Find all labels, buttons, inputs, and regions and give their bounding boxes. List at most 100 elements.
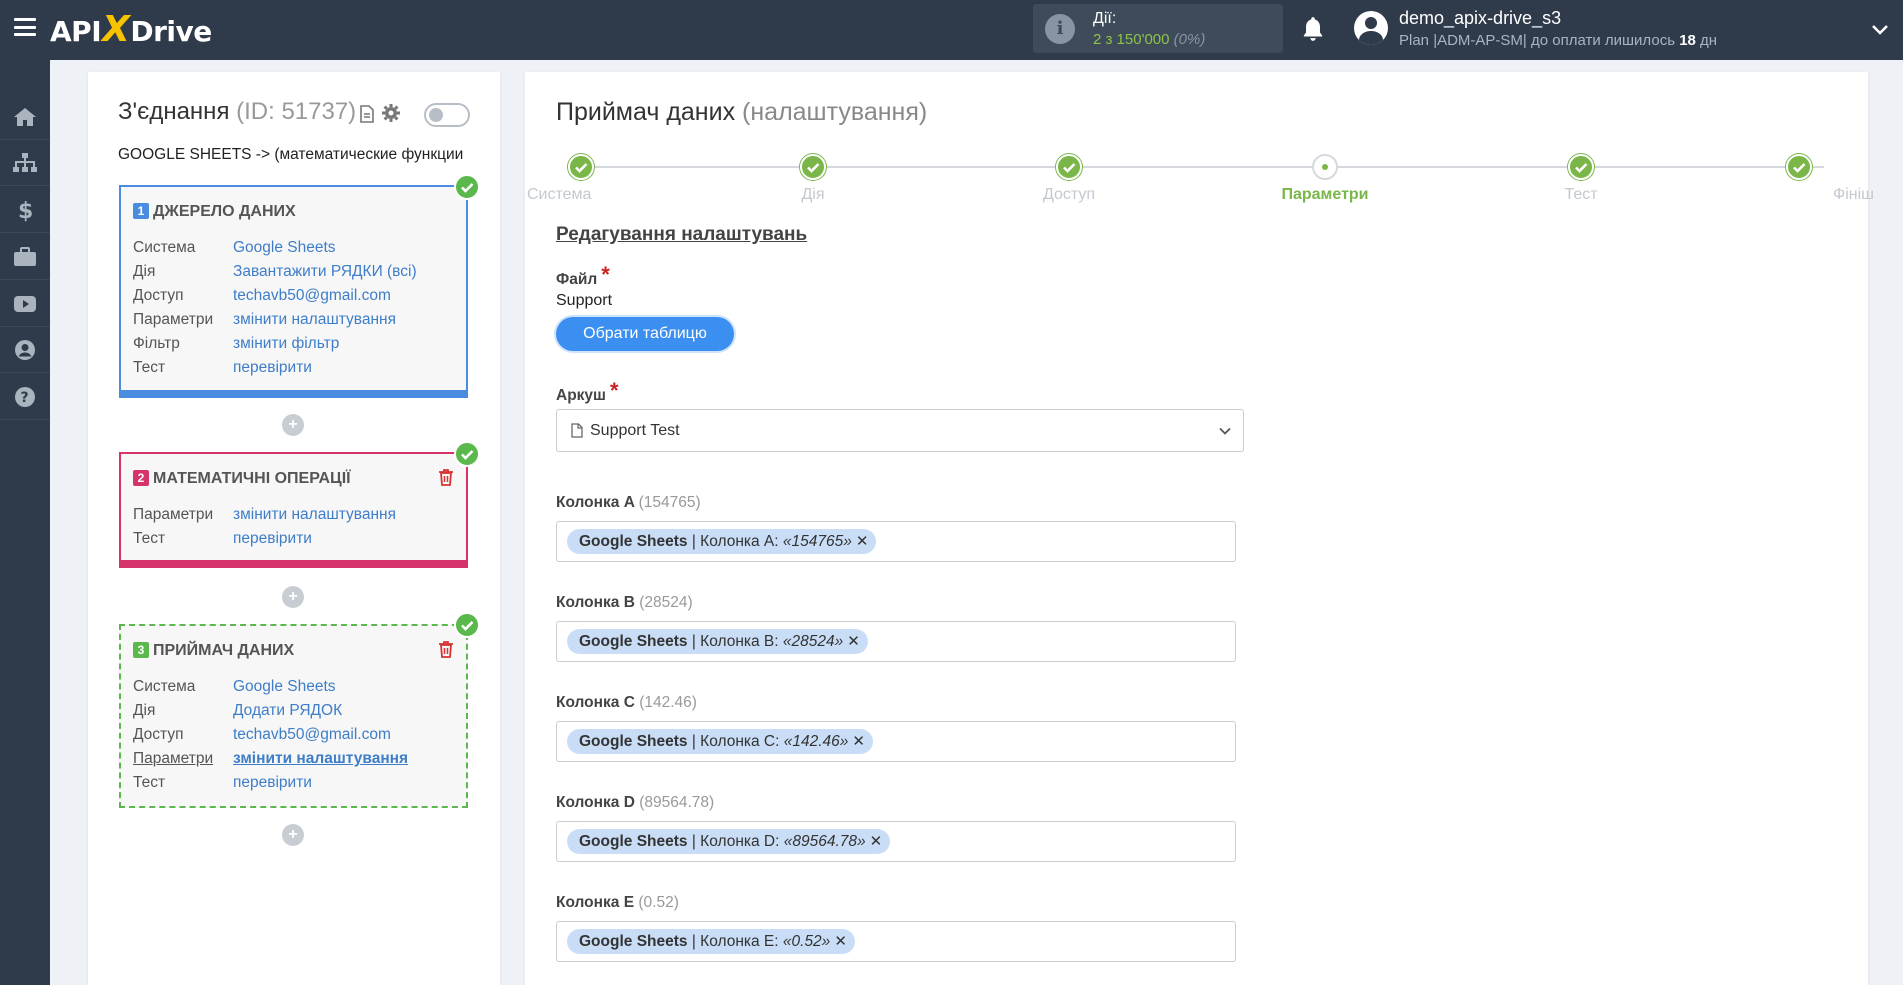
sheet-select-value: Support Test [590,422,680,439]
card-row: Параметри змінити налаштування [133,311,396,328]
sidebar-item-connections[interactable] [0,140,50,186]
sidebar-item-video[interactable] [0,281,50,327]
youtube-icon [14,295,36,312]
card-row: Доступ techavb50@gmail.com [133,726,391,743]
remove-tag-icon[interactable]: ✕ [856,533,869,550]
logo[interactable]: APIXDrive [50,10,212,50]
step-check-icon [800,154,826,180]
document-icon[interactable] [360,105,374,123]
sidebar-item-projects[interactable] [0,234,50,280]
add-step-button[interactable]: + [282,414,304,436]
remove-tag-icon[interactable]: ✕ [870,833,883,850]
card-row: Параметри змінити налаштування [133,506,396,523]
source-action-link[interactable]: Завантажити РЯДКИ (всі) [233,263,417,280]
check-icon [454,174,480,200]
column-b-input[interactable]: Google Sheets | Колонка B: «28524» ✕ [556,621,1236,662]
connection-toggle[interactable] [424,103,470,127]
card-row: Фільтр змінити фільтр [133,335,340,352]
card-title: 2 МАТЕМАТИЧНІ ОПЕРАЦІЇ [133,470,351,488]
math-operations-card[interactable]: 2 МАТЕМАТИЧНІ ОПЕРАЦІЇ Параметри змінити н… [119,452,468,568]
step-access[interactable]: Доступ [994,154,1144,204]
column-a-input[interactable]: Google Sheets | Колонка A: «154765» ✕ [556,521,1236,562]
math-params-link[interactable]: змінити налаштування [233,506,396,523]
source-test-link[interactable]: перевірити [233,359,312,376]
sheet-label: Аркуш * [556,378,619,404]
menu-icon[interactable] [14,18,36,36]
check-icon [454,612,480,638]
sidebar-item-home[interactable] [0,94,50,140]
user-plan: Plan |ADM-AP-SM| до оплати лишилось 18 д… [1399,32,1718,49]
receiver-access-link[interactable]: techavb50@gmail.com [233,726,391,743]
card-row: Дія Додати РЯДОК [133,702,343,719]
card-title: 1 ДЖЕРЕЛО ДАНИХ [133,203,296,221]
select-table-button[interactable]: Обрати таблицю [556,317,734,351]
top-bar: APIXDrive i Дії: 2 з 150'000 (0%) demo_a… [0,0,1903,60]
chevron-down-icon [1219,427,1231,435]
sitemap-icon [13,152,37,172]
bell-icon[interactable] [1300,15,1326,43]
card-row: Доступ techavb50@gmail.com [133,287,391,304]
connection-name: GOOGLE SHEETS -> (математические функции [118,146,464,163]
document-icon [571,423,583,438]
source-access-link[interactable]: techavb50@gmail.com [233,287,391,304]
connection-title: З'єднання (ID: 51737) [118,98,357,125]
column-c-input[interactable]: Google Sheets | Колонка C: «142.46» ✕ [556,721,1236,762]
step-action[interactable]: Дія [738,154,888,204]
field-tag: Google Sheets | Колонка E: «0.52» ✕ [567,929,855,954]
file-label: Файл * [556,262,610,288]
card-title: 3 ПРИЙМАЧ ДАНИХ [133,642,294,660]
math-test-link[interactable]: перевірити [233,530,312,547]
briefcase-icon [14,246,36,266]
card-row: Тест перевірити [133,774,312,791]
receiver-system-link[interactable]: Google Sheets [233,678,336,695]
avatar[interactable] [1354,11,1388,45]
trash-icon[interactable] [438,468,454,486]
step-parameters[interactable]: Параметри [1250,154,1400,204]
field-tag: Google Sheets | Колонка D: «89564.78» ✕ [567,829,891,854]
field-tag: Google Sheets | Колонка A: «154765» ✕ [567,529,877,554]
remove-tag-icon[interactable]: ✕ [847,633,860,650]
column-d-label: Колонка D (89564.78) [556,794,715,811]
card-row: Параметри змінити налаштування [133,750,409,767]
source-filter-link[interactable]: змінити фільтр [233,335,339,352]
trash-icon[interactable] [438,640,454,658]
info-icon: i [1045,14,1075,44]
step-check-icon [1786,154,1812,180]
column-a-label: Колонка A (154765) [556,494,701,511]
column-e-input[interactable]: Google Sheets | Колонка E: «0.52» ✕ [556,921,1236,962]
column-e-label: Колонка E (0.52) [556,894,679,911]
sidebar-item-account[interactable] [0,327,50,373]
source-system-link[interactable]: Google Sheets [233,239,336,256]
card-row: Тест перевірити [133,359,312,376]
step-check-icon [1056,154,1082,180]
sheet-select[interactable]: Support Test [556,409,1244,452]
source-params-link[interactable]: змінити налаштування [233,311,396,328]
column-d-input[interactable]: Google Sheets | Колонка D: «89564.78» ✕ [556,821,1236,862]
source-card[interactable]: 1 ДЖЕРЕЛО ДАНИХ Система Google Sheets Дія З… [119,185,468,398]
check-icon [454,441,480,467]
column-c-label: Колонка C (142.46) [556,694,697,711]
remove-tag-icon[interactable]: ✕ [834,933,847,950]
add-step-button[interactable]: + [282,824,304,846]
actions-label: Дії: [1093,10,1117,27]
svg-text:?: ? [21,390,29,406]
receiver-params-link[interactable]: змінити налаштування [233,750,408,767]
remove-tag-icon[interactable]: ✕ [852,733,865,750]
column-b-label: Колонка B (28524) [556,594,693,611]
user-name[interactable]: demo_apix-drive_s3 [1399,8,1561,29]
receiver-test-link[interactable]: перевірити [233,774,312,791]
add-step-button[interactable]: + [282,586,304,608]
connection-panel: З'єднання (ID: 51737) GOOGLE SHEETS -> (… [88,72,500,985]
actions-counter[interactable]: i Дії: 2 з 150'000 (0%) [1033,4,1283,53]
chevron-down-icon[interactable] [1870,20,1890,40]
sidebar-item-billing[interactable]: $ [0,187,50,233]
card-row: Система Google Sheets [133,678,336,695]
help-icon: ? [15,386,35,407]
step-finish[interactable]: Фініш [1724,154,1874,204]
step-system[interactable]: Система [506,154,656,204]
receiver-card[interactable]: 3 ПРИЙМАЧ ДАНИХ Система Google Sheets Дія Д… [119,624,468,808]
receiver-action-link[interactable]: Додати РЯДОК [233,702,342,719]
gear-icon[interactable] [381,103,401,123]
sidebar-item-help[interactable]: ? [0,374,50,420]
step-test[interactable]: Тест [1506,154,1656,204]
